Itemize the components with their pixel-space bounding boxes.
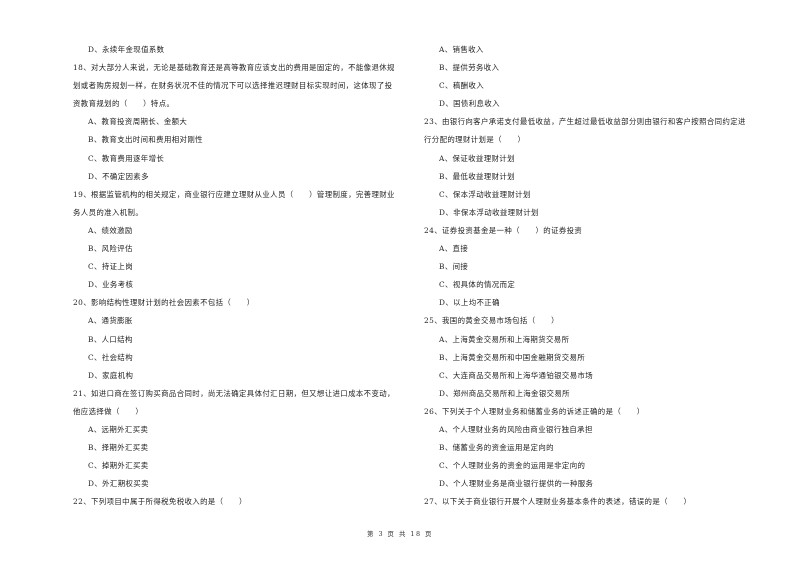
answer-option: D、业务考核 [88,280,134,290]
answer-option: B、间接 [439,262,469,272]
answer-option: B、上海黄金交易所和中国金融期货交易所 [439,352,586,362]
answer-option: D、个人理财业务是商业银行提供的一种服务 [439,479,594,489]
answer-option: B、人口结构 [88,334,133,344]
answer-option: C、保本浮动收益理财计划 [439,189,531,199]
question-text: 27、以下关于商业银行开展个人理财业务基本条件的表述，错误的是（ ） [424,497,692,507]
answer-option: C、掉期外汇买卖 [88,461,149,471]
answer-option: D、以上均不正确 [439,298,500,308]
question-text: 20、影响结构性理财计划的社会因素不包括（ ） [73,298,255,308]
answer-option: B、教育支出时间和费用相对刚性 [88,135,203,145]
answer-option: C、稿酬收入 [439,81,485,91]
question-text: 19、根据监管机构的相关规定，商业银行应建立理财从业人员（ ）管理制度，完善理财… [73,189,395,199]
question-text: 25、我国的黄金交易市场包括（ ） [424,316,559,326]
answer-option: B、择期外汇买卖 [88,443,149,453]
answer-option: C、个人理财业务的资金的运用是非定向的 [439,461,586,471]
question-text: 行分配的理财计划是（ ） [424,135,526,145]
question-text: 务人员的准入机制。 [73,207,144,217]
answer-option: D、非保本浮动收益理财计划 [439,207,539,217]
answer-option: A、远期外汇买卖 [88,424,149,434]
question-text: 他应选择做（ ） [73,406,144,416]
answer-option: C、视具体的情况而定 [439,280,516,290]
question-text: 26、下列关于个人理财业务和储蓄业务的诉述正确的是（ ） [424,406,645,416]
answer-option: A、保证收益理财计划 [439,153,515,163]
answer-option: A、销售收入 [439,45,484,54]
answer-option: C、教育费用逐年增长 [88,153,165,163]
right-column: A、销售收入 B、提供劳务收入 C、稿酬收入 D、国债利息收入 23、由银行向客户承诺支… [424,41,774,511]
answer-option: A、教育投资周期长、金额大 [88,117,188,127]
answer-option: A、上海黄金交易所和上海期货交易所 [439,334,570,344]
question-text: 23、由银行向客户承诺支付最低收益，产生超过最低收益部分则由银行和客户按照合同约… [424,117,746,127]
document-page: D、永续年金现值系数 18、对大部分人来说，无论是基础教育还是高等教育应该支出的费… [0,0,800,565]
answer-option: A、通货膨胀 [88,316,133,326]
answer-option: D、郑州商品交易所和上海金银交易所 [439,388,570,398]
answer-option: D、家庭机构 [88,370,134,380]
question-text: 24、证券投资基金是一种（ ）的证券投资 [424,225,583,235]
answer-option: D、外汇期权买卖 [88,479,149,489]
answer-option: C、持证上岗 [88,262,134,272]
answer-option: D、不确定因素多 [88,171,149,181]
answer-option: C、社会结构 [88,352,134,362]
answer-option: A、绩效激励 [88,225,133,235]
answer-option: B、提供劳务收入 [439,63,500,73]
answer-option: B、风险评估 [88,244,133,254]
answer-option: D、国债利息收入 [439,99,500,109]
answer-option: D、永续年金现值系数 [88,45,165,54]
left-column: D、永续年金现值系数 18、对大部分人来说，无论是基础教育还是高等教育应该支出的费… [73,41,395,511]
page-footer: 第 3 页 共 18 页 [367,530,433,538]
question-text: 21、如进口商在签订购买商品合同时，尚无法确定具体付汇日期，但又想让进口成本不变… [73,388,395,398]
answer-option: A、直接 [439,244,469,254]
question-text: 划或者购房规划一样，在财务状况不佳的情况下可以选择推迟理财目标实现时间，这体现了… [73,81,393,91]
answer-option: C、大连商品交易所和上海华通铂银交易市场 [439,370,594,380]
answer-option: B、最低收益理财计划 [439,171,515,181]
question-text: 18、对大部分人来说，无论是基础教育还是高等教育应该支出的费用是固定的，不能像退… [73,63,395,73]
answer-option: B、储蓄业务的资金运用是定向的 [439,443,554,453]
question-text: 资教育规划的（ ）特点。 [73,99,175,109]
question-text: 22、下列项目中属于所得税免税收入的是（ ） [73,497,247,507]
answer-option: A、个人理财业务的风险由商业银行独自承担 [439,424,593,434]
